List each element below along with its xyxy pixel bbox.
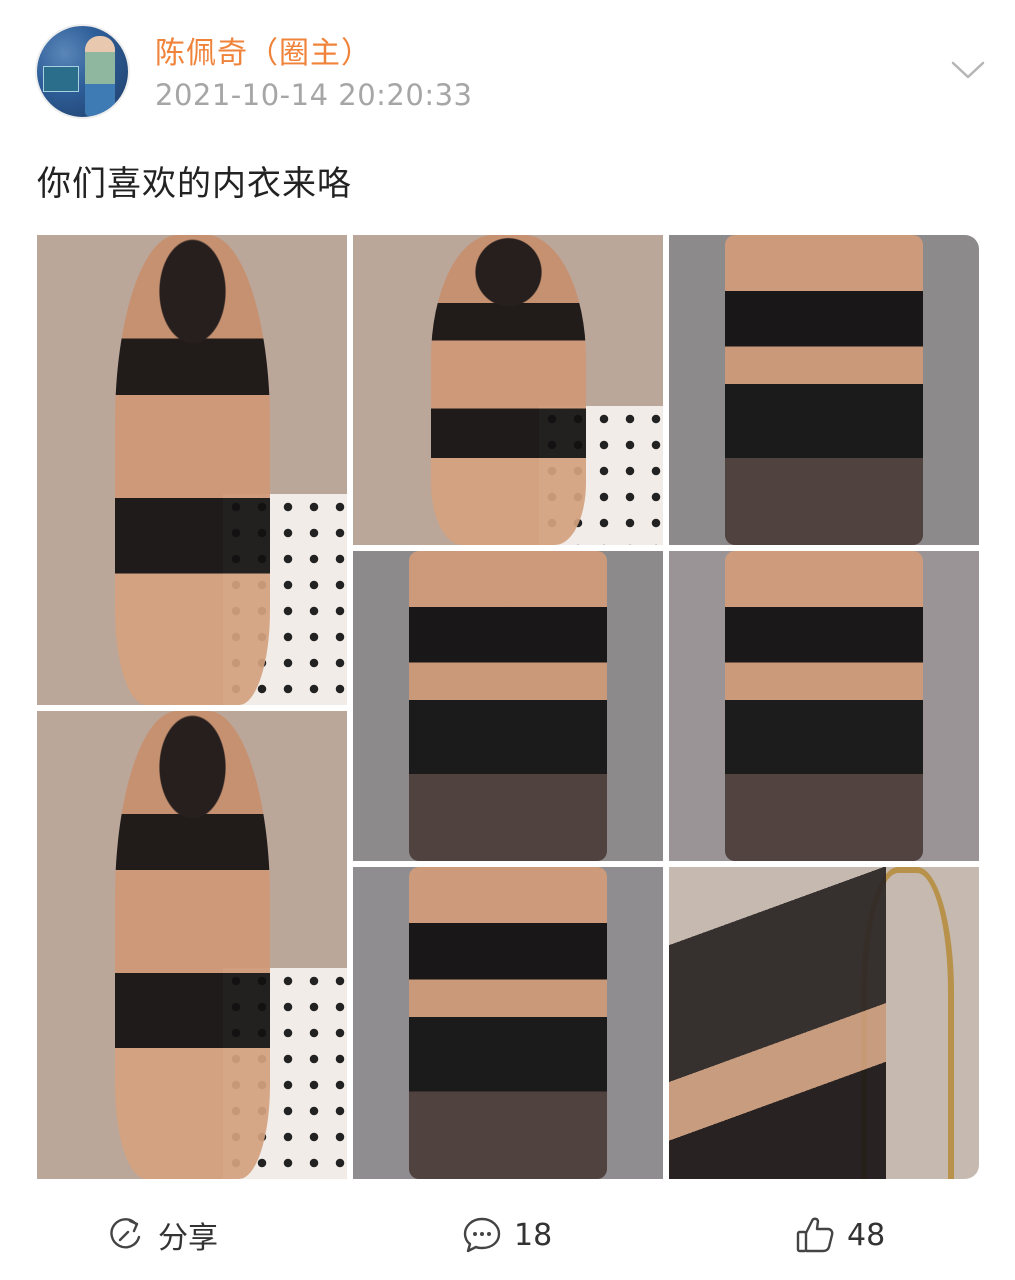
photo-subject [669, 867, 886, 1179]
post-text: 你们喜欢的内衣来咯 [37, 164, 352, 204]
share-icon [110, 1218, 141, 1249]
gallery-image-5[interactable] [669, 551, 979, 861]
share-label: 分享 [158, 1221, 218, 1256]
gallery-image-1[interactable] [37, 235, 347, 705]
weibo-post: 陈佩奇（圈主） 2021-10-14 20:20:33 你们喜欢的内衣来咯 分享… [0, 0, 1015, 1280]
image-gallery [37, 235, 979, 1179]
post-timestamp: 2021-10-14 20:20:33 [155, 78, 473, 112]
photo-subject [408, 867, 608, 1179]
avatar-figure [85, 36, 115, 116]
comment-icon [463, 1217, 501, 1253]
like-button[interactable]: 48 [795, 1212, 885, 1258]
photo-subject [724, 235, 924, 545]
photo-subject [408, 551, 608, 861]
like-count: 48 [847, 1217, 886, 1253]
action-bar: 分享 18 48 [0, 1200, 1015, 1270]
gallery-image-7[interactable] [353, 867, 663, 1179]
chevron-down-icon[interactable] [950, 58, 986, 82]
share-button[interactable]: 分享 [106, 1212, 218, 1258]
avatar[interactable] [35, 24, 130, 119]
avatar-background [43, 66, 79, 92]
photo-subject [724, 551, 924, 861]
username[interactable]: 陈佩奇（圈主） [155, 28, 372, 72]
comment-button[interactable]: 18 [462, 1212, 552, 1258]
gallery-image-2[interactable] [353, 235, 663, 545]
photo-subject [114, 711, 270, 1179]
thumbs-up-icon [796, 1217, 834, 1253]
photo-subject [430, 235, 586, 545]
gallery-image-8[interactable] [669, 867, 979, 1179]
gallery-image-4[interactable] [353, 551, 663, 861]
gallery-image-3[interactable] [669, 235, 979, 545]
gallery-image-6[interactable] [37, 711, 347, 1179]
photo-subject [114, 235, 270, 705]
comment-count: 18 [514, 1217, 553, 1253]
